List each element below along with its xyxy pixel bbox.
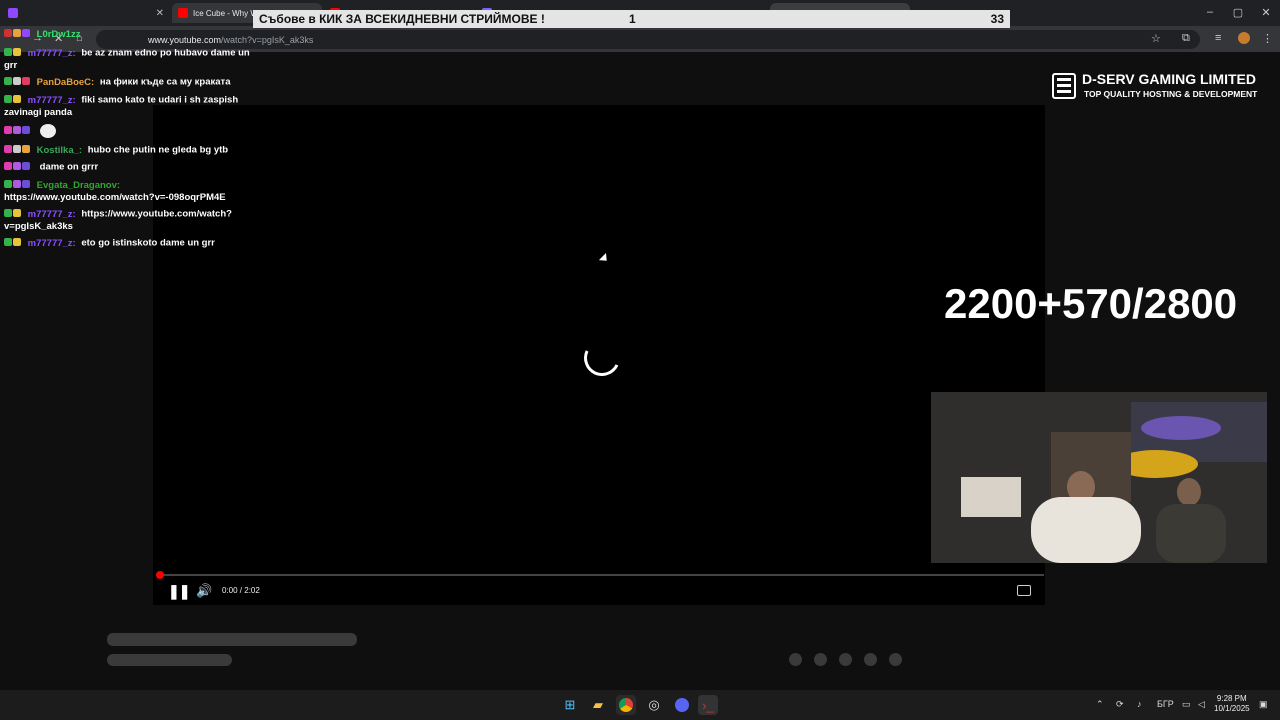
chat-message: Kostilka_: hubo che putin ne gleda bg yt… (4, 144, 254, 157)
sync-icon[interactable]: ⟳ (1116, 699, 1124, 710)
chat-badges (4, 28, 31, 40)
tray-overflow-icon[interactable]: ⌃ (1096, 699, 1104, 710)
chat-badges (4, 76, 31, 88)
maximize-button[interactable]: ▢ (1224, 0, 1252, 24)
chat-username: m77777_z: (27, 94, 76, 106)
player-time: 0:00 / 2:02 (222, 586, 260, 595)
obs-icon[interactable]: ◎ (644, 695, 664, 715)
language-indicator[interactable]: БГР (1157, 699, 1174, 709)
chat-badges (4, 161, 31, 173)
sponsor-tagline: TOP QUALITY HOSTING & DEVELOPMENT (1084, 89, 1258, 99)
windows-start-icon[interactable]: ⊞ (560, 695, 580, 715)
chat-message: Evgata_Draganov: https://www.youtube.com… (4, 179, 254, 204)
chat-username: PanDaBoeC: (36, 76, 95, 88)
chat-message: m77777_z: be az znam edno po hubavo dame… (4, 47, 254, 72)
youtube-icon (178, 8, 188, 18)
title-placeholder (107, 633, 357, 646)
action-placeholder (864, 653, 877, 666)
chat-message: m77777_z: eto go istinskoto dame un grr (4, 237, 254, 250)
action-placeholder (839, 653, 852, 666)
goal-counter: 2200+570/2800 (944, 280, 1238, 327)
banner-text: Събове в КИК ЗА ВСЕКИДНЕВНИ СТРИЙМОВЕ ! (259, 12, 545, 26)
chat-text: на фики къде са му краката (99, 76, 231, 88)
banner-count-b: 33 (990, 12, 1004, 26)
chat-badges (4, 94, 22, 106)
pause-button[interactable]: ❚❚ (168, 583, 190, 600)
taskbar-clock[interactable]: 9:28 PM 10/1/2025 (1214, 694, 1250, 714)
chat-message (4, 124, 254, 138)
clock-time: 9:28 PM (1216, 694, 1247, 703)
action-placeholder (814, 653, 827, 666)
chat-badges (4, 179, 31, 191)
channel-placeholder (107, 654, 232, 666)
sponsor-name: D-SERV GAMING LIMITED (1082, 71, 1256, 87)
chrome-icon[interactable] (616, 695, 636, 715)
file-explorer-icon[interactable]: ▰ (588, 695, 608, 715)
microphone-icon[interactable]: ♪ (1137, 699, 1142, 709)
chat-username: Kostilka_: (36, 144, 83, 156)
webcam-scene (931, 392, 1267, 563)
chat-badges (4, 47, 22, 59)
close-window-button[interactable]: ✕ (1252, 0, 1280, 24)
emote-icon (39, 124, 56, 138)
media-control-icon[interactable]: ≡ (1215, 32, 1221, 44)
network-icon[interactable]: ▭ (1182, 699, 1191, 710)
chat-username: Evgata_Draganov: (36, 179, 121, 191)
minimize-button[interactable]: – (1196, 0, 1224, 24)
webcam-feed (931, 392, 1267, 563)
chat-username: m77777_z: (27, 47, 76, 59)
clock-date: 10/1/2025 (1214, 704, 1250, 713)
bookmark-star-icon[interactable]: ☆ (1151, 32, 1161, 45)
chat-message: m77777_z: fiki samo kato te udari i sh z… (4, 94, 254, 119)
stream-banner: Събове в КИК ЗА ВСЕКИДНЕВНИ СТРИЙМОВЕ ! … (253, 10, 1010, 28)
server-icon (1052, 73, 1076, 99)
volume-icon[interactable]: 🔊 (196, 583, 212, 599)
chat-badges (4, 144, 31, 156)
notification-icon[interactable]: ▣ (1259, 699, 1268, 710)
terminal-icon[interactable]: ›_ (698, 695, 718, 715)
chat-username: L0rDw1zz (36, 28, 81, 40)
chat-username: m77777_z: (27, 237, 76, 249)
chat-text: dame on grrr (39, 161, 99, 173)
chat-badges (4, 208, 22, 220)
chat-message: dame on grrr (4, 161, 254, 174)
extensions-icon[interactable]: ⧉ (1182, 32, 1190, 45)
chat-badges (4, 237, 22, 249)
tab-chat-popout[interactable]: ✕ (2, 3, 170, 23)
profile-avatar[interactable] (1238, 32, 1250, 44)
action-placeholder (789, 653, 802, 666)
banner-count-a: 1 (629, 12, 636, 26)
chat-message: m77777_z: https://www.youtube.com/watch?… (4, 208, 254, 233)
sponsor-logo: D-SERV GAMING LIMITED TOP QUALITY HOSTIN… (1050, 71, 1265, 103)
twitch-icon (8, 8, 18, 18)
discord-icon[interactable] (672, 695, 692, 715)
speaker-icon[interactable]: ◁ (1198, 699, 1205, 710)
chat-text: hubo che putin ne gleda bg ytb (87, 144, 229, 156)
progress-bar[interactable] (160, 574, 1044, 576)
chat-message: L0rDw1zz (4, 28, 254, 41)
chat-username: m77777_z: (27, 208, 76, 220)
chat-message: PanDaBoeC: на фики къде са му краката (4, 76, 254, 89)
subtitles-icon[interactable] (1017, 585, 1031, 596)
chat-text: eto go istinskoto dame un grr (81, 237, 215, 249)
action-placeholder (889, 653, 902, 666)
chat-text: https://www.youtube.com/watch?v=-098oqrP… (4, 191, 226, 203)
chat-badges (4, 125, 31, 137)
menu-icon[interactable]: ⋮ (1262, 32, 1273, 45)
windows-taskbar (0, 690, 1280, 720)
progress-scrubber[interactable] (156, 571, 164, 579)
close-tab-icon[interactable]: ✕ (156, 8, 164, 19)
